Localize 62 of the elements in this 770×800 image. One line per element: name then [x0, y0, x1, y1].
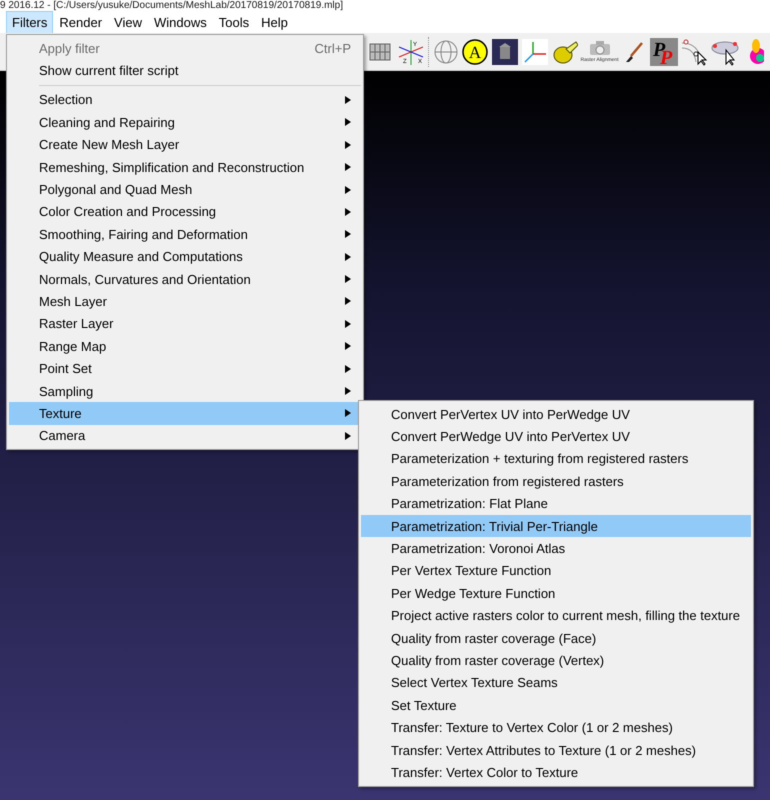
menu-item[interactable]: Project active rasters color to current mesh, filling the texture	[361, 604, 751, 627]
menu-item[interactable]: Convert PerWedge UV into PerVertex UV	[361, 425, 751, 448]
menu-item[interactable]: Parametrization: Flat Plane	[361, 492, 751, 515]
menu-title[interactable]: Help	[255, 11, 294, 34]
menu-item[interactable]: Color Creation and Processing	[9, 200, 361, 224]
menu-item-label: Selection	[39, 92, 94, 108]
menu-item[interactable]: Mesh Layer	[9, 290, 361, 313]
menu-item[interactable]: Raster Layer	[9, 312, 361, 336]
menu-item[interactable]: Polygonal and Quad Mesh	[9, 178, 361, 201]
menu-item-label: Smoothing, Fairing and Deformation	[39, 226, 249, 242]
menu-item[interactable]: Quality Measure and Computations	[9, 246, 361, 268]
menu-item-label: Range Map	[39, 338, 108, 354]
menu-item-label: Camera	[39, 428, 86, 444]
menu-item[interactable]: Cleaning and Repairing	[9, 111, 361, 134]
window-title: 9 2016.12 - [C:/Users/yusuke/Documents/MeshLab/20170819/20170819.mlp]	[0, 0, 343, 12]
menu-item[interactable]: Set Texture	[361, 694, 751, 716]
menu-item-label: Create New Mesh Layer	[39, 137, 180, 152]
menu-item[interactable]: Parameterization + texturing from registered rasters	[361, 448, 751, 470]
menu-item[interactable]: Point Set	[9, 357, 361, 380]
menu-item-label: Texture	[39, 406, 83, 421]
menu-item[interactable]: Transfer: Vertex Color to Texture	[361, 761, 751, 784]
menu-item-label: Point Set	[39, 361, 93, 376]
menu-title[interactable]: Tools	[212, 11, 256, 34]
menu-title[interactable]: Windows	[148, 11, 213, 34]
menu-item-label: Show current filter script	[39, 63, 180, 78]
menu-item[interactable]: Select Vertex Texture Seams	[361, 672, 751, 694]
menu-item[interactable]: Quality from raster coverage (Vertex)	[361, 649, 751, 672]
menu-item[interactable]: Parametrization: Voronoi Atlas	[361, 537, 751, 560]
letter-icon[interactable]: A	[461, 36, 490, 66]
menu-item[interactable]: Quality from raster coverage (Face)	[361, 626, 751, 650]
menu-item[interactable]: Sampling	[9, 380, 361, 402]
menu-item[interactable]: Normals, Curvatures and Orientation	[9, 268, 361, 290]
menu-item-label: Polygonal and Quad Mesh	[39, 182, 194, 198]
menu-item[interactable]: Parameterization from registered rasters	[361, 470, 751, 493]
menu-item[interactable]: Remeshing, Simplification and Reconstruction	[9, 156, 361, 178]
menu-title[interactable]: View	[108, 11, 148, 34]
menu-item-label: Quality Measure and Computations	[39, 249, 244, 264]
menu-item[interactable]: Convert PerVertex UV into PerWedge UV	[361, 403, 751, 426]
menu-item-label: Mesh Layer	[39, 294, 108, 309]
menu-item[interactable]: Parametrization: Trivial Per-Triangle	[361, 514, 751, 538]
menu-item[interactable]: Selection	[9, 88, 361, 112]
menu-item-label: Cleaning and Repairing	[39, 114, 176, 130]
menu-item[interactable]: Create New Mesh Layer	[9, 134, 361, 156]
menu-item[interactable]: Show current filter script	[9, 59, 361, 82]
menu-item[interactable]: Smoothing, Fairing and Deformation	[9, 223, 361, 246]
menu-title[interactable]: Render	[53, 11, 108, 34]
menu-title[interactable]: Filters	[6, 11, 54, 34]
menu-item[interactable]: Per Wedge Texture Function	[361, 582, 751, 605]
menu-item[interactable]: Camera	[9, 424, 361, 448]
letter-icon[interactable]: PP	[650, 36, 678, 66]
menu-item-label: Raster Layer	[39, 316, 114, 332]
menu-item-label: Remeshing, Simplification and Reconstruction	[39, 160, 306, 175]
menu-item[interactable]: Transfer: Texture to Vertex Color (1 or 2 meshes)	[361, 716, 751, 739]
menu-item[interactable]: Texture	[9, 402, 361, 425]
menu-item[interactable]: Range Map	[9, 335, 361, 358]
menu-item-label: Apply filter	[39, 40, 101, 56]
menu-item[interactable]: Per Vertex Texture Function	[361, 560, 751, 582]
shortcut-label: Ctrl+P	[314, 40, 351, 56]
menu-item[interactable]: Transfer: Vertex Attributes to Texture (1 or 2 meshes)	[361, 738, 751, 762]
menu-item-label: Normals, Curvatures and Orientation	[39, 272, 252, 287]
menu-item-label: Sampling	[39, 384, 94, 399]
menu-item-label: Color Creation and Processing	[39, 204, 218, 220]
